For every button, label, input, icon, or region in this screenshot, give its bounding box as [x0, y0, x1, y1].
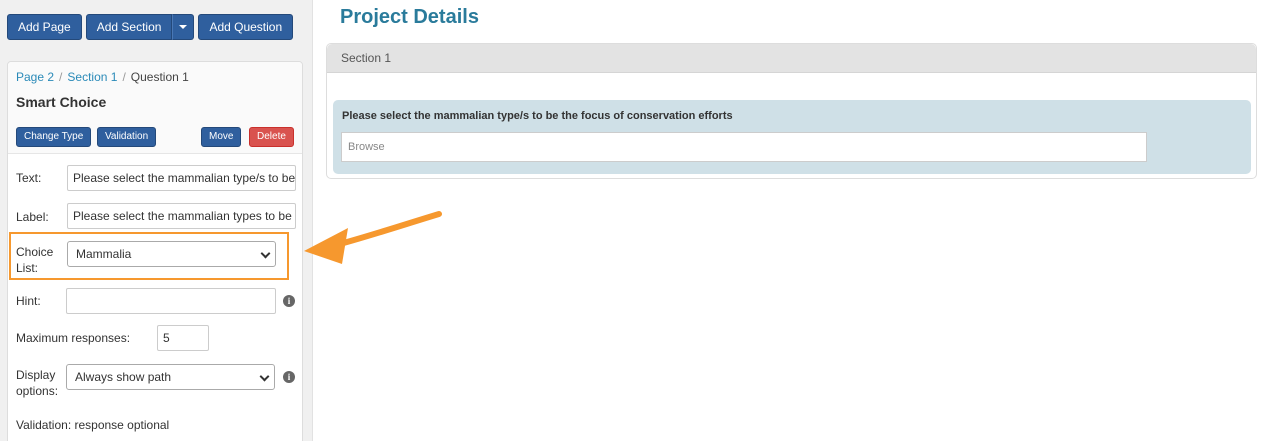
breadcrumb: Page 2 / Section 1 / Question 1	[16, 70, 189, 84]
hint-label: Hint:	[16, 294, 41, 308]
display-options-select[interactable]: Always show path	[66, 364, 275, 390]
question-preview: Please select the mammalian type/s to be…	[333, 100, 1251, 174]
validation-button[interactable]: Validation	[97, 127, 157, 147]
validation-status-text: Validation: response optional	[16, 418, 170, 432]
choice-list-highlight	[9, 232, 289, 280]
text-field-label: Text:	[16, 171, 42, 185]
caret-down-icon	[179, 25, 188, 29]
section-header: Section 1	[327, 44, 1256, 73]
section-panel: Section 1 Please select the mammalian ty…	[326, 43, 1257, 179]
hint-info-icon[interactable]: i	[283, 295, 295, 307]
question-text-input[interactable]: Please select the mammalian type/s to be…	[67, 165, 296, 191]
annotation-arrow-icon	[304, 211, 442, 264]
question-type-title: Smart Choice	[16, 94, 107, 110]
browse-input[interactable]: Browse	[341, 132, 1147, 162]
breadcrumb-separator: /	[122, 70, 126, 84]
question-preview-text: Please select the mammalian type/s to be…	[342, 110, 733, 122]
add-section-button[interactable]: Add Section	[85, 14, 173, 40]
max-responses-label: Maximum responses:	[16, 331, 131, 345]
breadcrumb-current-question: Question 1	[130, 70, 189, 84]
breadcrumb-page-link[interactable]: Page 2	[16, 70, 54, 84]
breadcrumb-section-link[interactable]: Section 1	[67, 70, 117, 84]
builder-toolbar: Add Page Add Section Add Question	[7, 14, 294, 40]
display-options-info-icon[interactable]: i	[283, 371, 295, 383]
add-question-button[interactable]: Add Question	[198, 14, 294, 40]
move-button[interactable]: Move	[201, 127, 242, 147]
delete-button[interactable]: Delete	[249, 127, 294, 147]
add-page-button[interactable]: Add Page	[7, 14, 82, 40]
breadcrumb-separator: /	[59, 70, 63, 84]
display-options-selected-value: Always show path	[75, 370, 172, 384]
change-type-button[interactable]: Change Type	[16, 127, 92, 147]
display-options-label-line2: options:	[16, 384, 59, 398]
question-label-input[interactable]: Please select the mammalian types to be …	[67, 203, 296, 229]
question-editor-panel: Add Page Add Section Add Question Page 2…	[0, 0, 313, 441]
add-section-split-button: Add Section	[85, 14, 195, 40]
label-field-label: Label:	[16, 210, 49, 224]
max-responses-input[interactable]: 5	[157, 325, 209, 351]
question-actions: Change Type Validation Move Delete	[16, 127, 296, 147]
display-options-label: Display	[16, 368, 56, 382]
page-title: Project Details	[340, 6, 479, 28]
question-editor-card: Page 2 / Section 1 / Question 1 Smart Choice…	[7, 61, 303, 441]
add-section-dropdown-button[interactable]	[172, 14, 195, 40]
hint-input[interactable]	[66, 288, 276, 314]
chevron-down-icon	[259, 371, 270, 382]
